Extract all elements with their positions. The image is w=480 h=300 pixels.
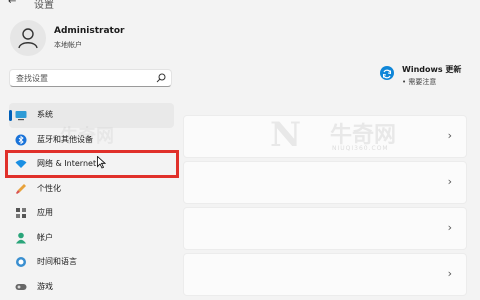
search-input[interactable] [16, 72, 156, 84]
watermark: N 牛奇网 NIUQI360.COM [270, 115, 470, 155]
apps-icon [16, 208, 26, 218]
person-icon [16, 232, 26, 243]
search-icon[interactable] [156, 73, 166, 83]
update-sync-icon [380, 66, 394, 80]
sidebar-item-apps[interactable]: 应用 [9, 201, 174, 226]
watermark-url: NIUQI360.COM [332, 145, 389, 152]
avatar [10, 20, 46, 56]
chevron-right-icon: › [447, 267, 452, 280]
settings-card[interactable]: › [183, 161, 467, 204]
sidebar-item-label: 时间和语言 [37, 257, 77, 266]
monitor-icon [15, 111, 27, 121]
selection-indicator [9, 110, 12, 121]
update-title: Windows 更新 [402, 65, 462, 74]
chevron-right-icon: › [447, 175, 452, 188]
brush-icon [16, 183, 26, 194]
watermark-logo: N [270, 115, 302, 155]
window-title: 设置 [34, 0, 54, 11]
bluetooth-icon [15, 134, 27, 145]
search-box[interactable] [9, 69, 172, 87]
sidebar-item-label: 应用 [37, 208, 53, 217]
sidebar-item-label: 个性化 [37, 183, 61, 193]
windows-update-status[interactable]: Windows 更新 • 需要注意 [380, 62, 475, 92]
sidebar-item-label: 系统 [37, 110, 53, 119]
back-button[interactable]: ← [8, 0, 16, 7]
user-profile[interactable]: Administrator 本地帐户 [10, 20, 230, 60]
update-status: • 需要注意 [402, 78, 437, 86]
globe-icon [16, 257, 26, 267]
gamepad-icon [15, 283, 27, 290]
settings-card[interactable]: › [183, 253, 467, 296]
mouse-cursor-icon [97, 156, 106, 169]
sidebar-item-personalization[interactable]: 个性化 [9, 177, 174, 202]
user-name: Administrator [54, 26, 125, 36]
sidebar-item-time-language[interactable]: 时间和语言 [9, 250, 174, 275]
settings-card[interactable]: › [183, 207, 467, 250]
sidebar-item-accounts[interactable]: 帐户 [9, 226, 174, 251]
chevron-right-icon: › [447, 221, 452, 234]
person-icon [18, 28, 38, 49]
title-bar: ← 设置 [0, 0, 480, 11]
account-type: 本地帐户 [54, 41, 82, 49]
sidebar-item-gaming[interactable]: 游戏 [9, 275, 174, 300]
sidebar-item-label: 帐户 [37, 232, 53, 242]
highlight-box [5, 150, 179, 178]
watermark-side-text: 牛奇网 [60, 126, 114, 147]
sidebar-item-label: 游戏 [37, 281, 53, 291]
